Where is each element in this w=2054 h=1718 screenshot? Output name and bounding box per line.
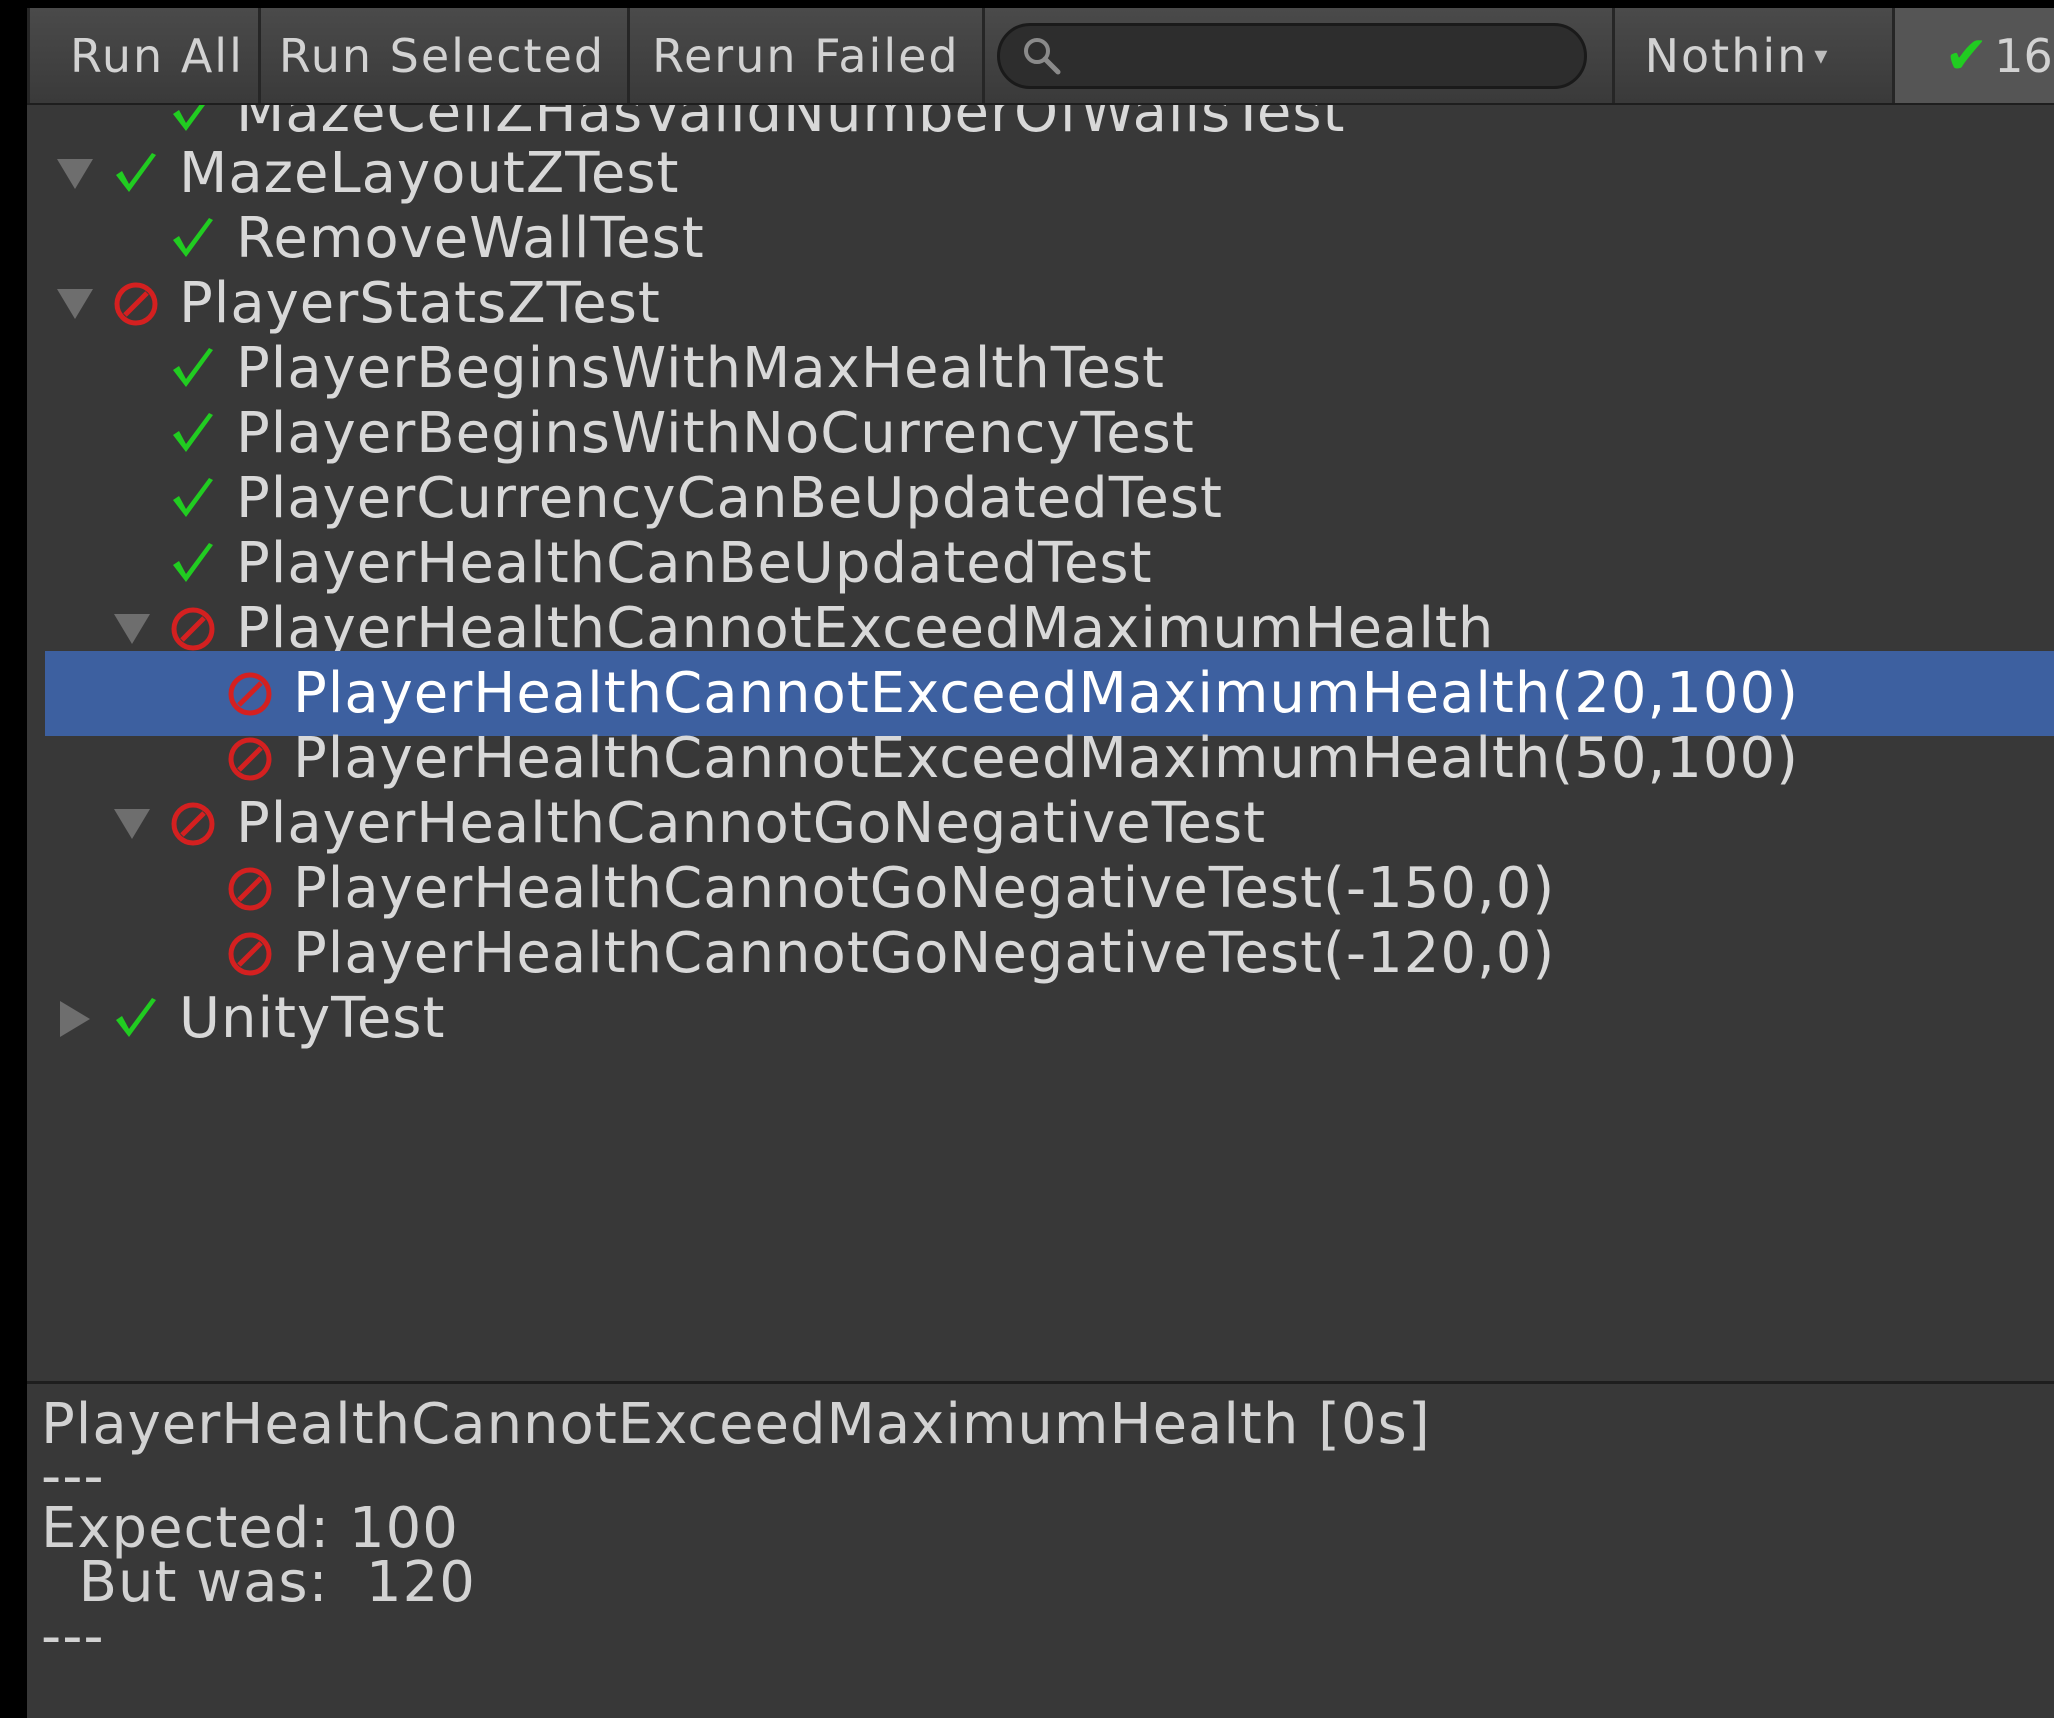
rerun-failed-button[interactable]: Rerun Failed <box>630 8 985 103</box>
passed-count: 16 <box>1994 28 2053 83</box>
tree-row[interactable]: UnityTest <box>27 976 2054 1061</box>
dropdown-arrow-icon: ▾ <box>1814 40 1830 71</box>
passed-check-icon <box>105 988 167 1050</box>
search-container <box>985 8 1615 103</box>
search-input[interactable] <box>996 22 1587 89</box>
details-title: PlayerHealthCannotExceedMaximumHealth [0… <box>41 1392 1431 1457</box>
details-actual: But was: 120 <box>41 1550 476 1615</box>
run-all-button[interactable]: Run All <box>27 8 261 103</box>
expand-triangle-icon[interactable] <box>102 599 162 659</box>
search-icon <box>1020 34 1064 78</box>
filter-label: Nothin <box>1644 28 1809 83</box>
run-selected-button[interactable]: Run Selected <box>261 8 631 103</box>
check-icon: ✔ <box>1944 25 1989 86</box>
expand-triangle-icon[interactable] <box>102 794 162 854</box>
test-runner-window: Run All Run Selected Rerun Failed Nothin… <box>27 8 2054 1718</box>
test-name: UnityTest <box>179 986 446 1051</box>
toolbar: Run All Run Selected Rerun Failed Nothin… <box>27 8 2054 105</box>
collapse-triangle-icon[interactable] <box>45 989 105 1049</box>
test-details-panel: PlayerHealthCannotExceedMaximumHealth [0… <box>27 1384 2054 1718</box>
expand-triangle-icon[interactable] <box>45 144 105 204</box>
test-tree: MazeCellZHasValidNumberOfWallsTest MazeLa… <box>27 105 2054 1381</box>
expand-triangle-icon[interactable] <box>45 274 105 334</box>
details-separator: --- <box>41 1604 105 1669</box>
category-filter-dropdown[interactable]: Nothin ▾ <box>1615 8 1895 103</box>
passed-filter-toggle[interactable]: ✔ 16 <box>1894 8 2054 103</box>
